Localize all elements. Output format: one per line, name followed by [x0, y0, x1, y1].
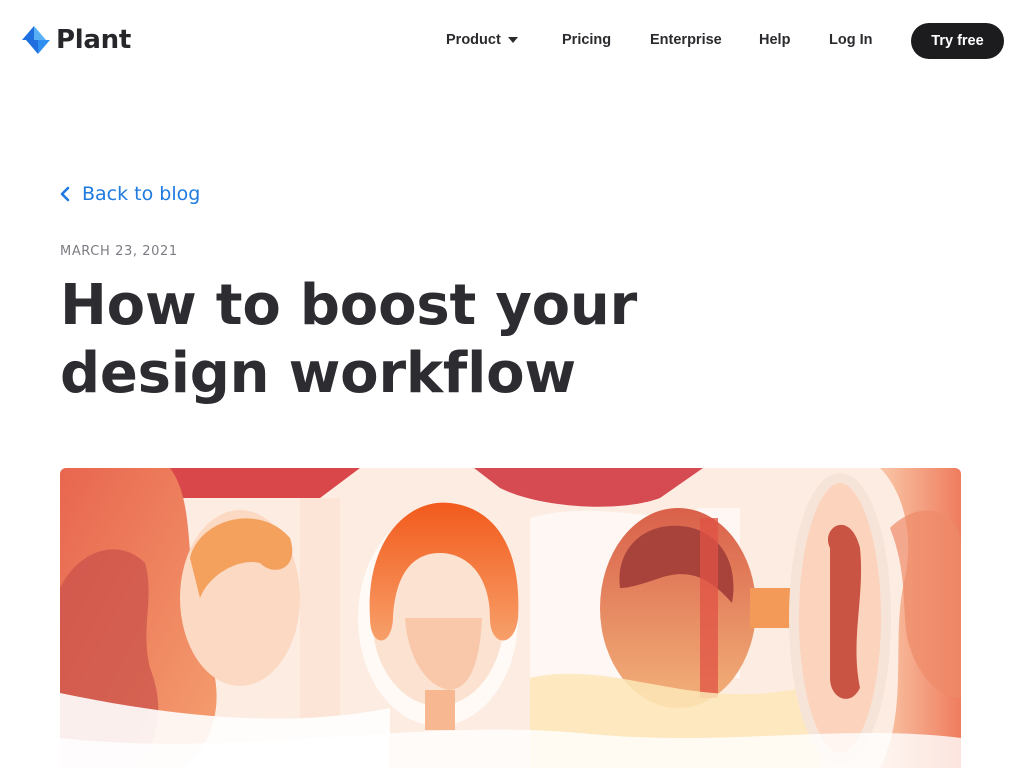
nav-enterprise-link[interactable]: Enterprise [650, 31, 722, 49]
hero-faces-illustration [60, 468, 961, 768]
brand-name: Plant [56, 25, 131, 55]
hero-illustration [60, 468, 961, 768]
plant-logo-icon [22, 26, 50, 54]
post-date: MARCH 23, 2021 [60, 244, 178, 259]
chevron-left-icon [60, 186, 70, 202]
try-free-button[interactable]: Try free [911, 23, 1004, 59]
nav-help-link[interactable]: Help [759, 31, 790, 49]
post-title: How to boost your design workflow [60, 273, 637, 406]
nav-login-link[interactable]: Log In [829, 31, 873, 49]
back-to-blog-label: Back to blog [82, 183, 201, 205]
nav-product-label: Product [446, 32, 501, 48]
plant-logo-link[interactable]: Plant [20, 24, 131, 56]
site-header: Plant Product Pricing Enterprise Help Lo… [0, 0, 1024, 82]
back-to-blog-link[interactable]: Back to blog [60, 183, 200, 205]
nav-pricing-link[interactable]: Pricing [562, 31, 611, 49]
caret-down-icon [507, 37, 518, 43]
nav-product-menu[interactable]: Product [446, 31, 518, 49]
